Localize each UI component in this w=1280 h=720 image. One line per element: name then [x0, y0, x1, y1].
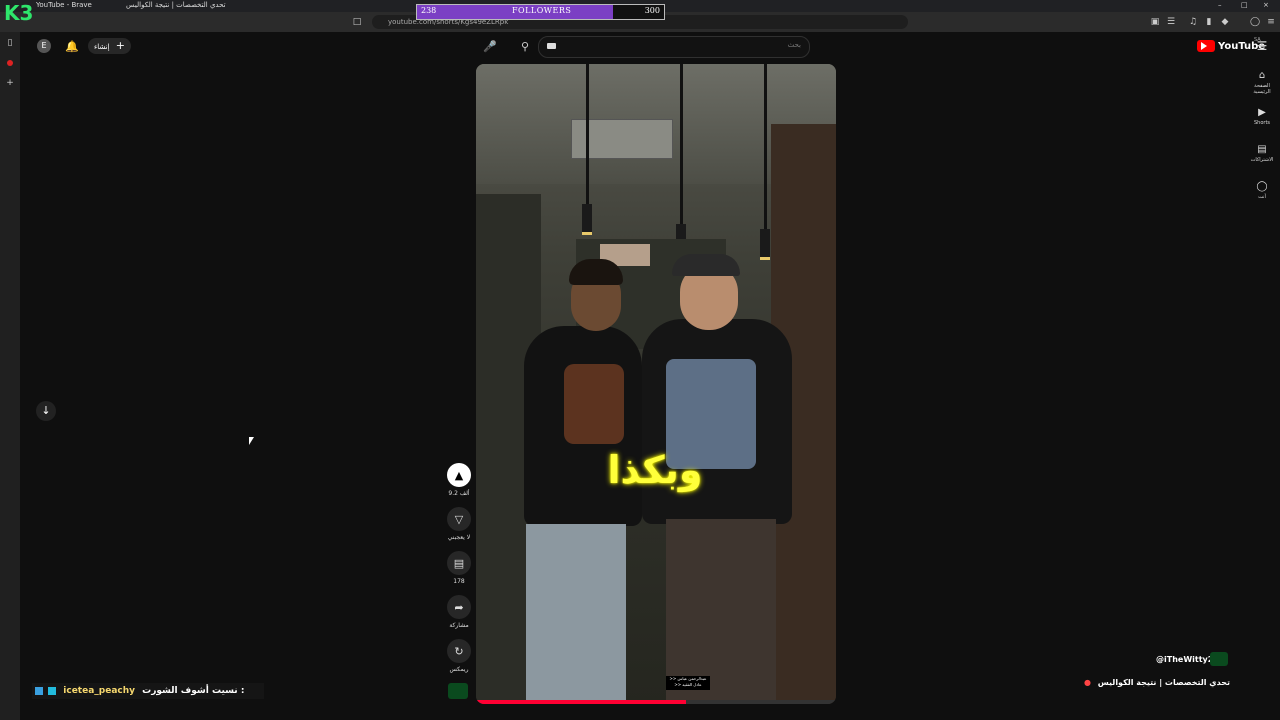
you-icon: ◯	[1256, 181, 1268, 192]
nav-shorts-label: Shorts	[1253, 120, 1271, 126]
remix-button[interactable]: ↻ ريمكس	[446, 639, 472, 673]
tab-title[interactable]: YouTube - Brave	[36, 1, 92, 9]
sidebar-toggle-icon[interactable]: ▮	[1202, 15, 1216, 29]
add-icon[interactable]: +	[3, 76, 17, 90]
lamp-shade	[582, 204, 592, 235]
share-button[interactable]: ➦ مشاركة	[446, 595, 472, 629]
video-progress-track[interactable]	[476, 700, 836, 704]
search-placeholder: بحث	[787, 41, 801, 49]
chat-username: icetea_peachy	[63, 686, 136, 696]
plus-icon: +	[115, 39, 126, 52]
stream-title-text: تحدي التخصصات | نتيجة الكواليس	[1097, 678, 1230, 687]
extension-icon[interactable]: ▣	[1148, 15, 1162, 29]
badge-icon	[35, 686, 43, 695]
followers-goal: 300	[644, 6, 660, 15]
subscriptions-icon: ▤	[1257, 144, 1267, 155]
dislike-button[interactable]: ▽ لا يعجبني	[446, 507, 472, 541]
comments-count: 178	[453, 578, 465, 585]
menu-icon[interactable]: ≡	[1264, 15, 1278, 29]
chat-text: نسيت أشوف الشورت :	[142, 686, 245, 696]
thumbs-down-icon: ▽	[447, 507, 471, 531]
music-icon[interactable]: ♫	[1186, 15, 1200, 29]
pendant-lamp	[680, 64, 683, 234]
thumbs-up-icon: ▲	[447, 463, 471, 487]
credit-line: >> عادل الفقيه	[674, 682, 702, 687]
remix-icon: ↻	[447, 639, 471, 663]
share-label: مشاركة	[449, 622, 469, 629]
chat-message: icetea_peachy نسيت أشوف الشورت :	[32, 683, 264, 699]
person-left-jeans	[526, 524, 626, 704]
pendant-lamp	[764, 64, 767, 239]
shorts-icon: ▶	[1258, 107, 1266, 118]
dislike-label: لا يعجبني	[447, 534, 471, 541]
sidebar-site-icon[interactable]	[7, 60, 13, 66]
badge-icon	[48, 686, 57, 695]
nav-home-label: الصفحة الرئيسية	[1253, 83, 1271, 95]
credits-box: >> عبدالرحمن عباس >> عادل الفقيه	[666, 676, 710, 690]
sidebar-panel-icon[interactable]: ▯	[3, 36, 17, 50]
media-icon[interactable]: ☰	[1164, 15, 1178, 29]
channel-avatar[interactable]	[448, 683, 468, 699]
shorts-video-player[interactable]: >> عبدالرحمن عباس >> عادل الفقيه	[476, 64, 836, 704]
hamburger-menu-icon[interactable]: ☰	[1255, 39, 1269, 53]
scroll-down-button[interactable]: ↓	[36, 401, 56, 421]
play-icon	[1201, 42, 1207, 50]
nav-you-label: أنت	[1258, 194, 1266, 200]
bookmark-icon[interactable]: □	[350, 15, 364, 29]
like-button[interactable]: ▲ 9.2 ألف	[446, 463, 472, 497]
minimize-icon[interactable]: –	[1218, 1, 1222, 9]
mic-icon[interactable]: 🎤	[483, 39, 497, 53]
shield-icon[interactable]: ◯	[1248, 15, 1262, 29]
comments-button[interactable]: ▤ 178	[446, 551, 472, 585]
like-count: 9.2 ألف	[448, 490, 470, 497]
shirt-print	[564, 364, 624, 444]
wallet-icon[interactable]: ◆	[1218, 15, 1232, 29]
person-right-cap	[672, 254, 740, 276]
nav-you[interactable]: ◯ أنت	[1246, 181, 1278, 200]
nav-subscriptions-label: الاشتراكات	[1250, 157, 1274, 163]
arrow-down-icon: ↓	[41, 404, 51, 417]
remix-label: ريمكس	[449, 666, 469, 673]
emoji-icon: ●	[1083, 678, 1091, 687]
nav-subscriptions[interactable]: ▤ الاشتراكات	[1246, 144, 1278, 163]
logo-text: K3	[4, 1, 34, 25]
search-input[interactable]: بحث	[538, 36, 810, 58]
create-label: إنشاء	[94, 43, 110, 51]
tab-title-secondary[interactable]: تحدي التخصصات | نتيجة الكواليس	[126, 1, 226, 9]
person-left-hair	[569, 259, 623, 285]
followers-current: 238	[421, 6, 437, 15]
bell-icon[interactable]: 🔔	[65, 39, 79, 53]
pendant-lamp	[586, 64, 589, 214]
video-caption: وبكذا	[607, 448, 703, 492]
comment-icon: ▤	[447, 551, 471, 575]
video-progress-fill	[476, 700, 686, 704]
nav-shorts[interactable]: ▶ Shorts	[1246, 107, 1278, 126]
stream-logo: K3	[4, 2, 33, 24]
maximize-icon[interactable]: □	[1241, 1, 1248, 9]
browser-sidebar: ▯ +	[0, 32, 20, 720]
share-icon: ➦	[447, 595, 471, 619]
close-icon[interactable]: ×	[1263, 1, 1269, 9]
channel-badge-icon	[1210, 652, 1228, 666]
keyboard-icon[interactable]	[547, 43, 556, 49]
create-button[interactable]: إنشاء +	[88, 38, 132, 54]
lamp-shade	[760, 229, 770, 260]
followers-label: FOLLOWERS	[512, 6, 572, 15]
home-icon: ⌂	[1258, 70, 1266, 81]
search-icon[interactable]: ⚲	[518, 39, 532, 53]
avatar[interactable]: E	[37, 39, 51, 53]
stream-title: ● تحدي التخصصات | نتيجة الكواليس	[1070, 678, 1230, 690]
followers-goal-bar: 238 FOLLOWERS 300	[416, 4, 665, 20]
mouse-cursor-icon	[249, 437, 254, 445]
nav-home[interactable]: ⌂ الصفحة الرئيسية	[1246, 70, 1278, 95]
